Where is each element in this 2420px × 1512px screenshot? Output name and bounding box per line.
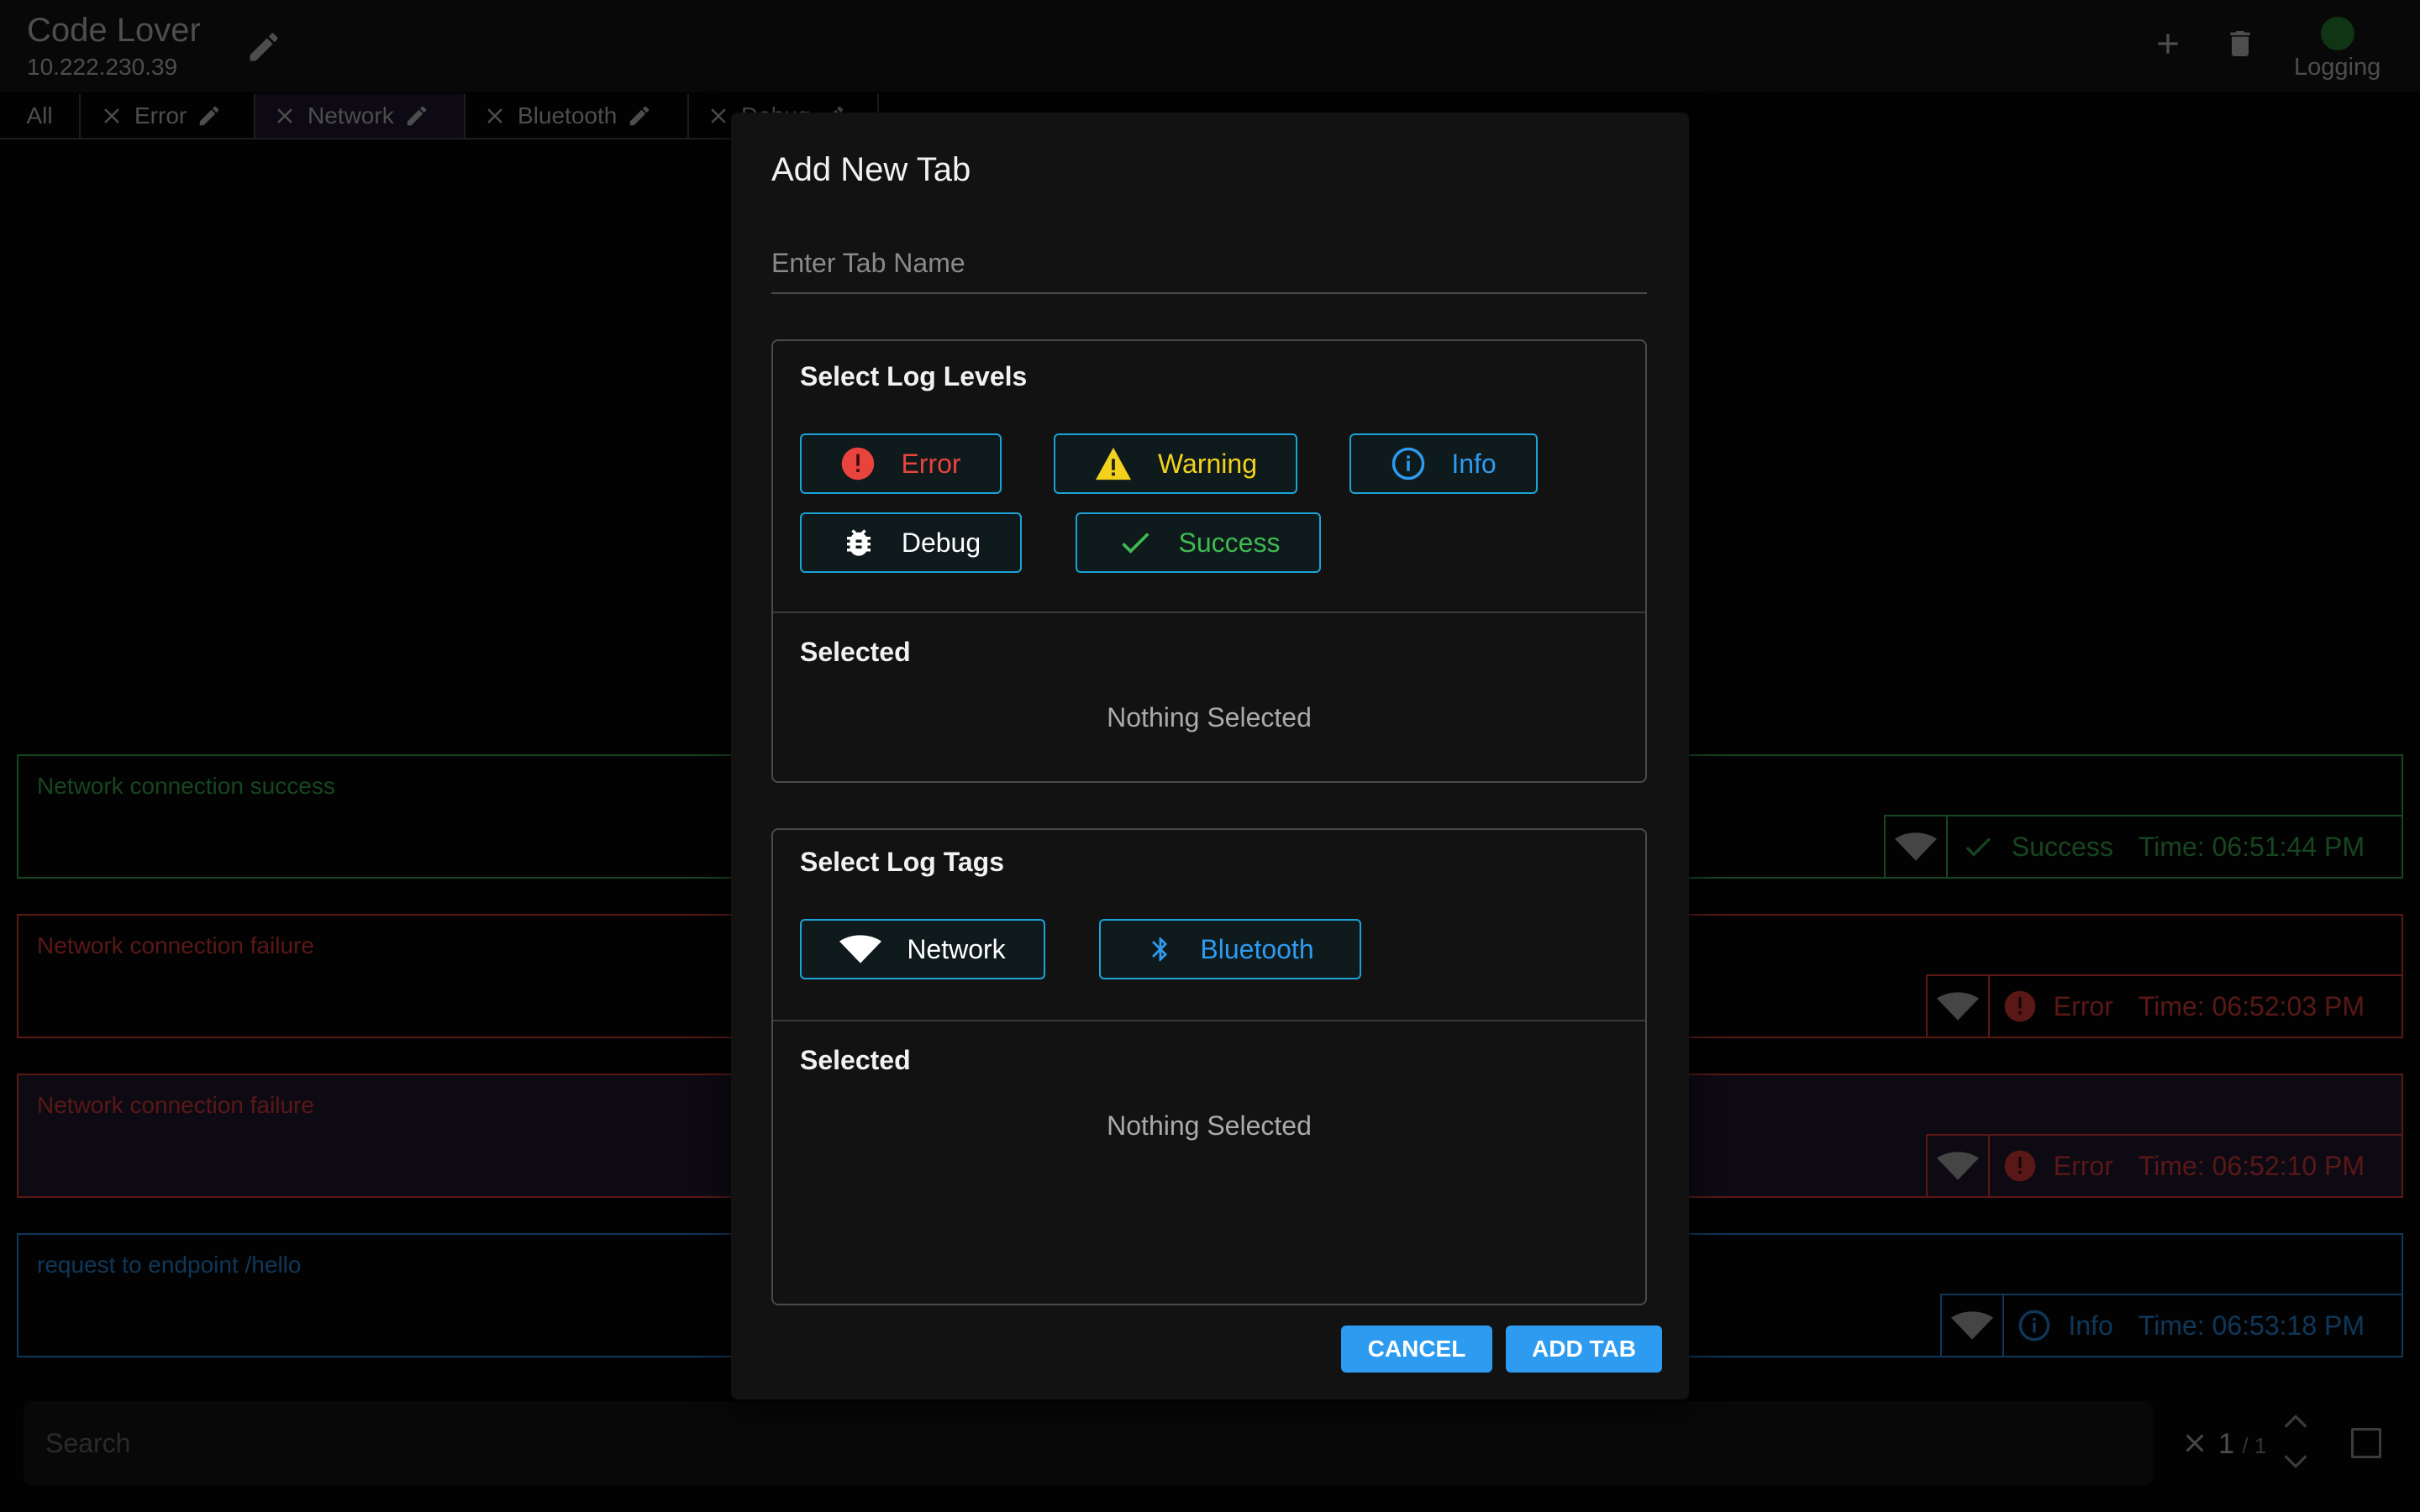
log-levels-card: Select Log Levels Error Warning Info Deb… — [771, 339, 1647, 783]
chip-label: Bluetooth — [1200, 933, 1314, 964]
levels-selected-title: Selected — [800, 637, 911, 667]
check-icon — [1121, 533, 1150, 554]
level-chip-debug[interactable]: Debug — [800, 512, 1022, 573]
info-icon — [1392, 447, 1425, 480]
levels-selected-empty: Nothing Selected — [1107, 702, 1312, 732]
tag-chip-network[interactable]: Network — [800, 919, 1045, 979]
chip-label: Warning — [1158, 448, 1257, 479]
log-levels-title: Select Log Levels — [800, 361, 1028, 391]
tab-name-input[interactable] — [771, 234, 1647, 294]
chip-label: Debug — [901, 527, 981, 558]
divider — [773, 1020, 1645, 1021]
level-chip-error[interactable]: Error — [800, 433, 1002, 494]
tags-selected-empty: Nothing Selected — [1107, 1110, 1312, 1141]
bluetooth-icon — [1152, 937, 1168, 962]
error-icon — [842, 447, 875, 480]
tag-chip-bluetooth[interactable]: Bluetooth — [1099, 919, 1361, 979]
warning-icon — [1096, 447, 1132, 480]
add-tab-dialog: Add New Tab Select Log Levels Error Warn… — [731, 113, 1689, 1399]
dialog-title: Add New Tab — [771, 151, 971, 188]
chip-label: Success — [1178, 527, 1281, 558]
level-chip-info[interactable]: Info — [1349, 433, 1538, 494]
divider — [773, 612, 1645, 613]
level-chip-success[interactable]: Success — [1076, 512, 1321, 573]
tags-selected-title: Selected — [800, 1045, 911, 1075]
chip-label: Network — [907, 933, 1006, 964]
wifi-icon — [839, 935, 882, 963]
chip-label: Error — [901, 448, 961, 479]
log-tags-card: Select Log Tags Network Bluetooth Select… — [771, 828, 1647, 1305]
chip-label: Info — [1451, 448, 1497, 479]
level-chip-warning[interactable]: Warning — [1054, 433, 1297, 494]
add-tab-confirm-button[interactable]: ADD TAB — [1506, 1326, 1662, 1373]
cancel-button[interactable]: CANCEL — [1341, 1326, 1492, 1373]
bug-icon — [846, 529, 871, 556]
log-tags-title: Select Log Tags — [800, 847, 1005, 877]
